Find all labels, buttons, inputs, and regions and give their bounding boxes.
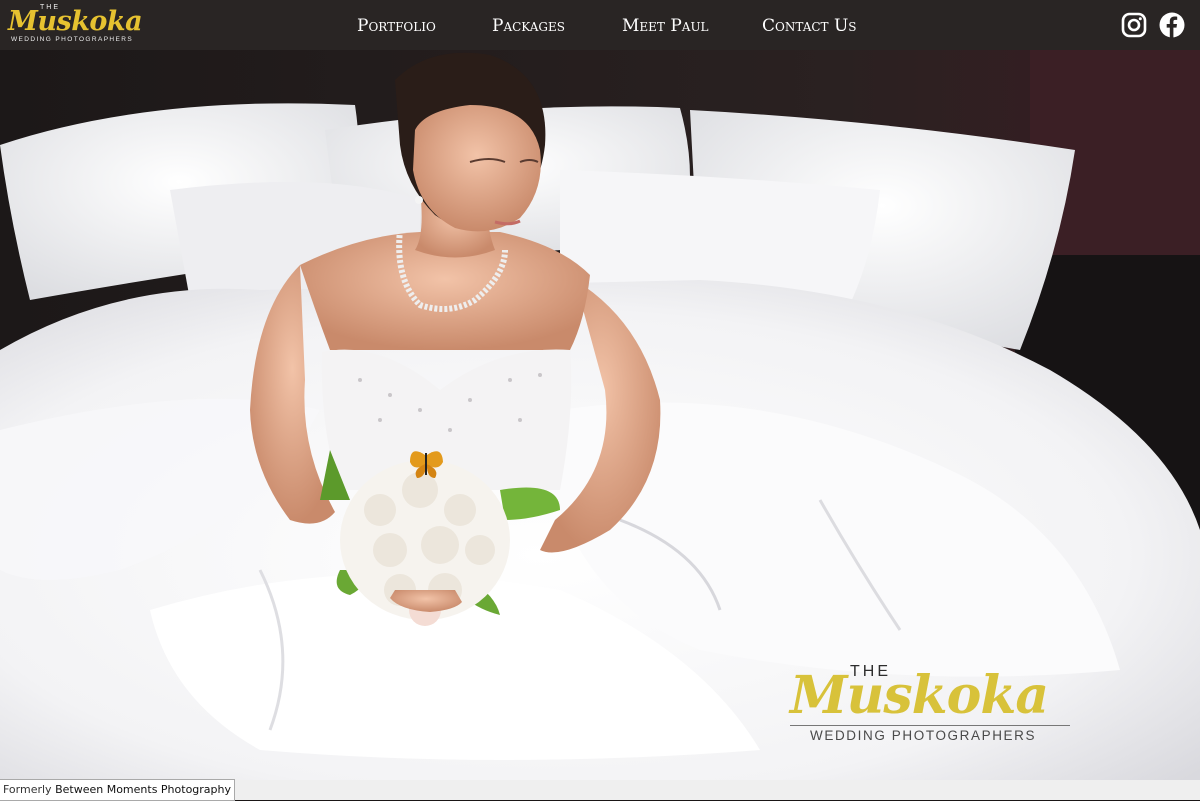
formerly-prefix: Formerly: [3, 783, 52, 796]
site-header: THE Muskoka WEDDING PHOTOGRAPHERS Portfo…: [0, 0, 1200, 50]
formerly-badge: Formerly Between Moments Photography: [0, 779, 236, 801]
nav-contact-us[interactable]: Contact Us: [762, 16, 857, 36]
watermark-rule: [790, 725, 1070, 726]
nav-meet-paul[interactable]: Meet Paul: [622, 16, 709, 36]
hero-image: THE Muskoka WEDDING PHOTOGRAPHERS: [0, 50, 1200, 780]
formerly-brand: Between Moments Photography: [55, 783, 232, 796]
watermark-subtitle-text: WEDDING PHOTOGRAPHERS: [810, 728, 1037, 743]
main-nav: Portfolio Packages Meet Paul Contact Us: [0, 0, 1200, 50]
instagram-icon[interactable]: [1121, 12, 1147, 38]
watermark-script-text: Muskoka: [790, 665, 1049, 726]
nav-packages[interactable]: Packages: [492, 16, 565, 36]
facebook-icon[interactable]: [1159, 12, 1185, 38]
nav-portfolio[interactable]: Portfolio: [357, 16, 436, 36]
watermark-logo: THE Muskoka WEDDING PHOTOGRAPHERS: [786, 655, 1086, 750]
